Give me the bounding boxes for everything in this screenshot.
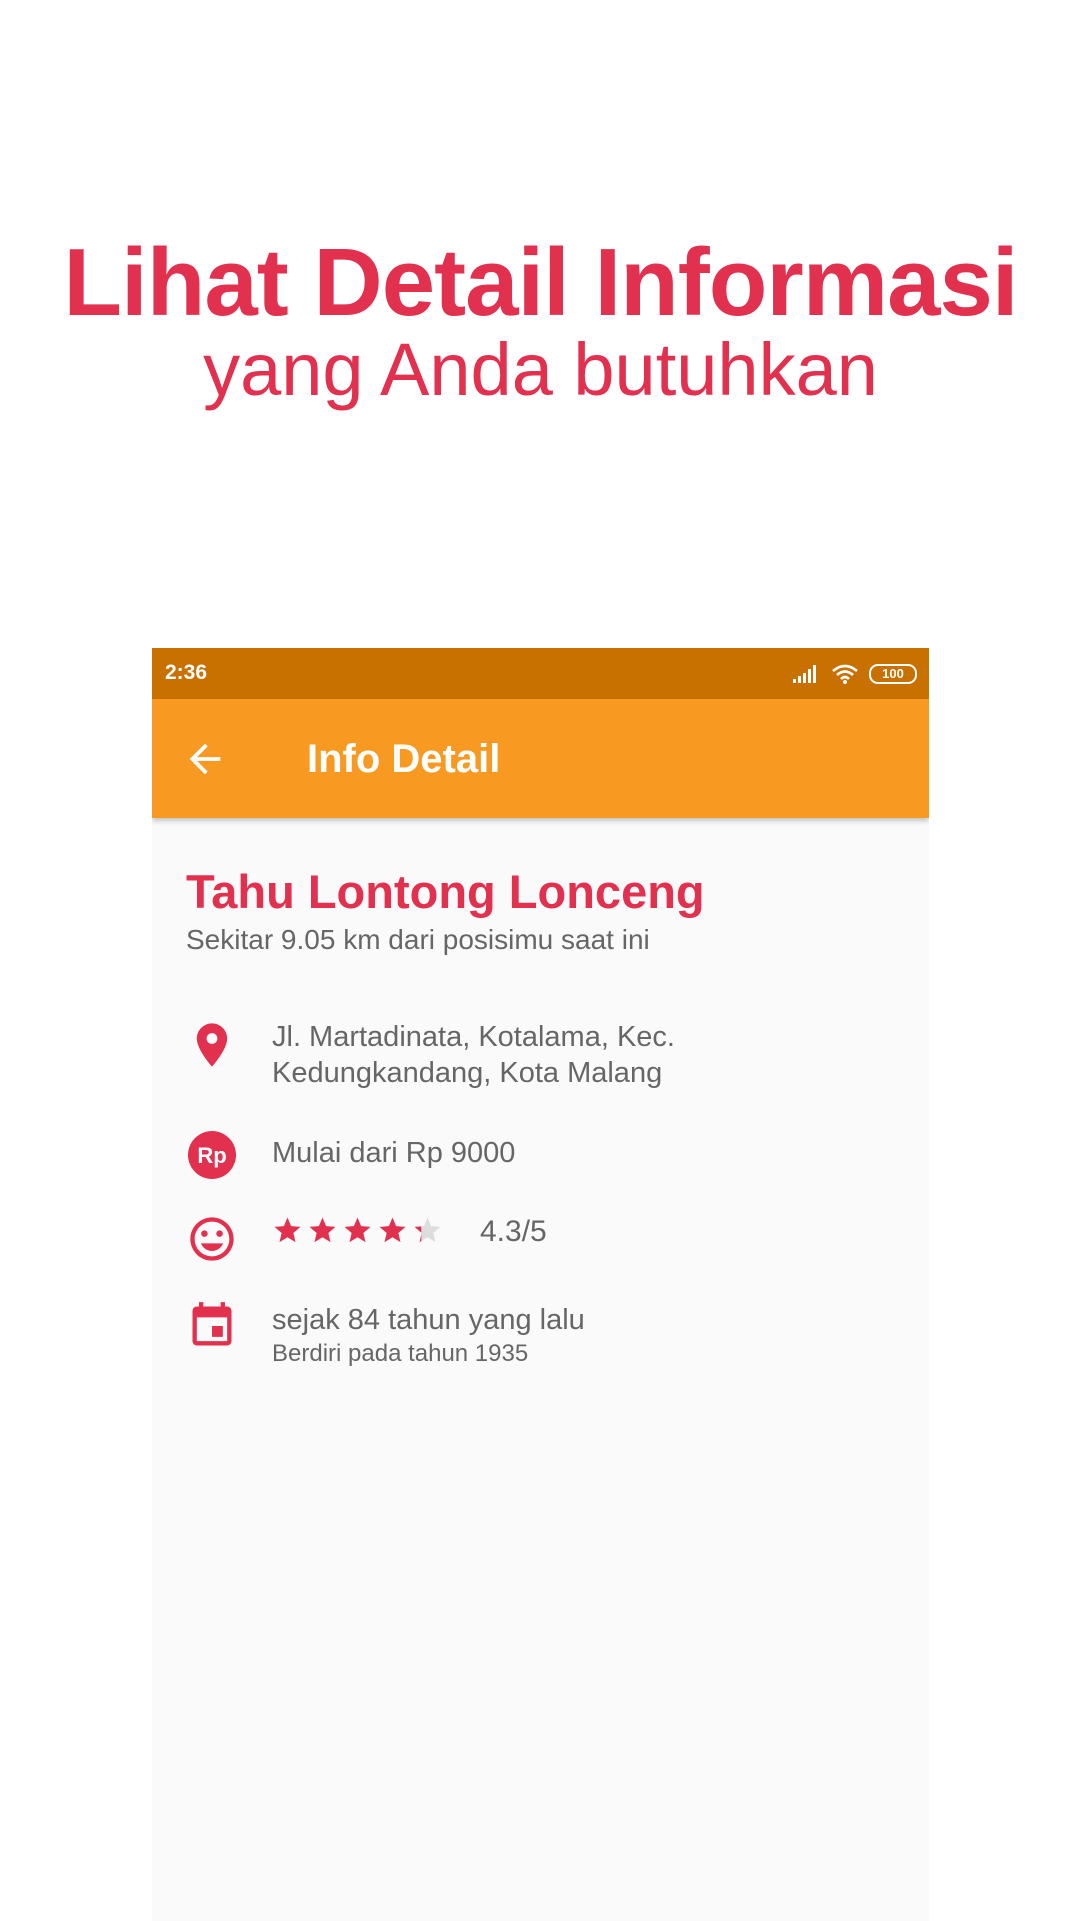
signal-icon [793, 665, 816, 683]
app-bar-title: Info Detail [307, 737, 501, 781]
rupiah-icon: Rp [188, 1131, 236, 1179]
rating-stars [272, 1215, 443, 1246]
promo-subtitle: yang Anda butuhkan [203, 328, 878, 411]
arrow-back-icon [189, 743, 221, 775]
status-bar: 2:36 100 [152, 648, 929, 699]
battery-icon: 100 [869, 664, 917, 684]
address-line-2: Kedungkandang, Kota Malang [272, 1057, 663, 1089]
detail-content: Tahu Lontong Lonceng Sekitar 9.05 km dar… [186, 864, 906, 956]
address-line-1: Jl. Martadinata, Kotalama, Kec. [272, 1021, 675, 1053]
app-bar: Info Detail [152, 699, 929, 818]
distance-text: Sekitar 9.05 km dari posisimu saat ini [186, 924, 650, 955]
star-icon [309, 1217, 336, 1243]
place-name: Tahu Lontong Lonceng [186, 865, 705, 918]
phone-screen: 2:36 100 Info Detail Tahu Lontong Loncen… [152, 648, 929, 1921]
wifi-icon [832, 664, 858, 684]
location-pin-icon [196, 1023, 228, 1067]
star-icon [414, 1217, 441, 1243]
status-time: 2:36 [165, 661, 208, 684]
since-text: sejak 84 tahun yang lalu [272, 1304, 585, 1336]
back-button[interactable] [182, 736, 228, 782]
promo-title: Lihat Detail Informasi [63, 229, 1018, 336]
founded-text: Berdiri pada tahun 1935 [272, 1340, 529, 1367]
price-text: Mulai dari Rp 9000 [272, 1137, 516, 1169]
star-icon [379, 1217, 406, 1243]
star-icon [344, 1217, 371, 1243]
rating-text: 4.3/5 [480, 1215, 547, 1248]
status-icons: 100 [793, 662, 917, 686]
rupiah-icon-text: Rp [197, 1143, 226, 1168]
calendar-icon [192, 1302, 232, 1346]
star-icon [274, 1217, 301, 1243]
smiley-icon [190, 1217, 234, 1261]
